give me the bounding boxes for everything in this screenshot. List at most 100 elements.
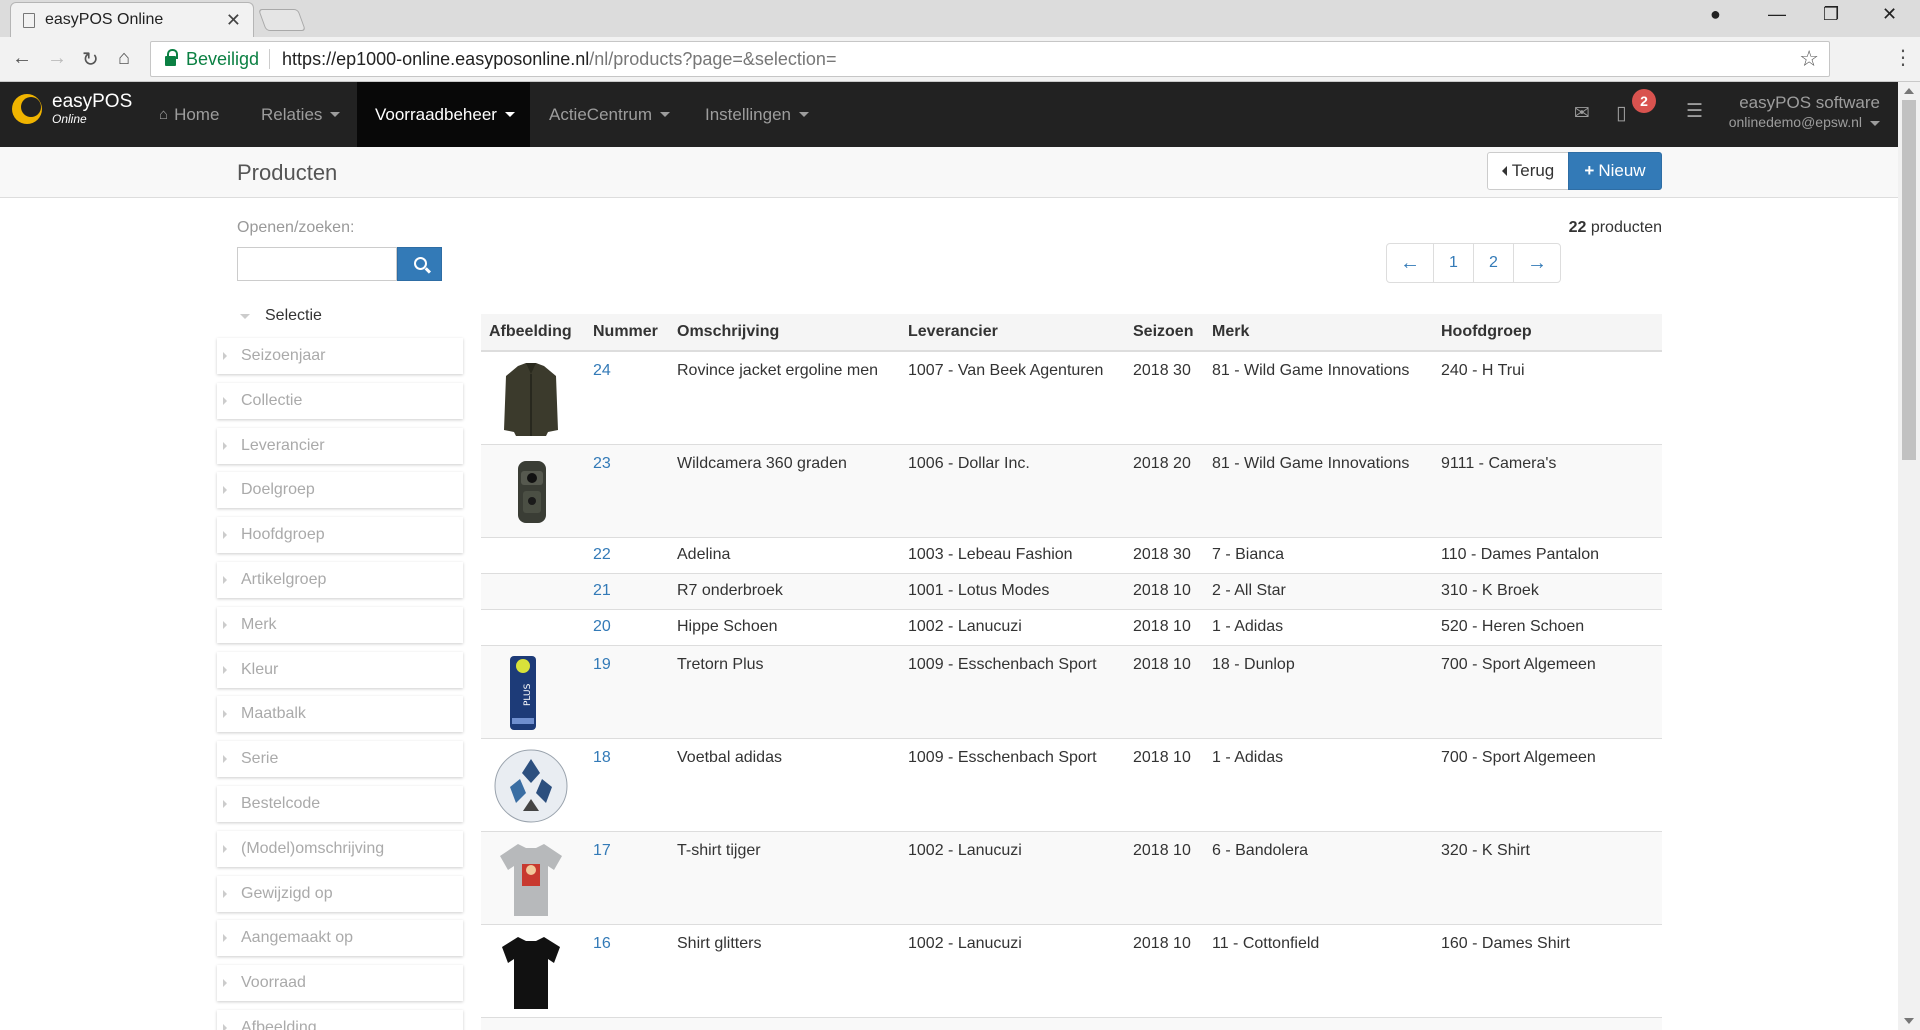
filter-item[interactable]: Bestelcode: [217, 785, 463, 822]
product-image[interactable]: PLUS: [489, 654, 573, 732]
column-header[interactable]: Afbeelding: [481, 314, 585, 352]
table-row[interactable]: 18 Voetbal adidas 1009 - Esschenbach Sport…: [481, 737, 1662, 831]
table-row[interactable]: 16 Shirt glitters 1002 - Lanucuzi 2018 10 11…: [481, 923, 1662, 1017]
home-icon[interactable]: ⌂: [118, 47, 130, 70]
pagination-prev[interactable]: ←: [1386, 243, 1434, 283]
column-header[interactable]: Merk: [1204, 314, 1433, 352]
pagination-next[interactable]: →: [1513, 243, 1561, 283]
scroll-up-icon[interactable]: [1904, 88, 1914, 94]
document-icon[interactable]: ▯: [1616, 102, 1626, 125]
filter-item[interactable]: Leverancier: [217, 427, 463, 464]
cell-merk: 1 - Adidas: [1204, 608, 1433, 645]
cell-nummer[interactable]: 19: [585, 644, 669, 738]
filter-item-label: Bestelcode: [241, 794, 321, 812]
forward-arrow-icon[interactable]: →: [47, 47, 67, 70]
restore-icon[interactable]: ❐: [1823, 4, 1839, 25]
cell-merk: 2 - All Star: [1204, 572, 1433, 609]
filter-item[interactable]: Voorraad: [217, 965, 463, 1002]
cell-merk: 1 - Adidas: [1204, 737, 1433, 831]
cell-nummer[interactable]: 18: [585, 737, 669, 831]
table-row[interactable]: 20 Hippe Schoen 1002 - Lanucuzi 2018 10 1 - …: [481, 608, 1662, 645]
notification-badge[interactable]: 2: [1632, 89, 1656, 113]
cell-nummer[interactable]: 22: [585, 536, 669, 573]
cell-nummer[interactable]: 17: [585, 830, 669, 924]
table-cell: [1433, 1016, 1662, 1030]
back-arrow-icon[interactable]: ←: [12, 47, 32, 70]
filter-item[interactable]: Kleur: [217, 651, 463, 688]
cell-nummer[interactable]: 21: [585, 572, 669, 609]
scrollbar-thumb[interactable]: [1902, 100, 1916, 460]
caret-down-icon: [504, 112, 515, 117]
address-bar[interactable]: Beveiligd https://ep1000-online.easyposo…: [150, 41, 1830, 77]
filter-item[interactable]: Seizoenjaar: [217, 338, 463, 374]
filter-item[interactable]: Afbeelding: [217, 1009, 463, 1030]
table-row[interactable]: 21 R7 onderbroek 1001 - Lotus Modes 2018 10…: [481, 572, 1662, 609]
filter-item-label: (Model)omschrijving: [241, 839, 385, 857]
product-image-cell: [481, 923, 585, 1017]
nav-instellingen[interactable]: Instellingen: [687, 82, 827, 147]
close-window-icon[interactable]: ✕: [1882, 4, 1897, 25]
filter-item[interactable]: Hoofdgroep: [217, 517, 463, 554]
table-row[interactable]: 23 Wildcamera 360 graden 1006 - Dollar Inc…: [481, 443, 1662, 537]
column-header[interactable]: Nummer: [585, 314, 669, 352]
cell-hoofdgroep: 110 - Dames Pantalon: [1433, 536, 1662, 573]
filter-item[interactable]: Merk: [217, 606, 463, 643]
filter-item[interactable]: Serie: [217, 741, 463, 778]
product-image[interactable]: [489, 840, 573, 918]
nav-voorraadbeheer-label: Voorraadbeheer: [375, 104, 497, 124]
product-image[interactable]: [489, 360, 573, 438]
pagination-page-2[interactable]: 2: [1473, 243, 1514, 283]
filter-item[interactable]: (Model)omschrijving: [217, 830, 463, 867]
column-header[interactable]: Seizoen: [1125, 314, 1204, 352]
cell-hoofdgroep: 700 - Sport Algemeen: [1433, 644, 1662, 738]
brand[interactable]: easyPOS Online: [12, 92, 132, 126]
bookmark-star-icon[interactable]: ☆: [1799, 46, 1819, 72]
browser-menu-icon[interactable]: ⋮: [1893, 45, 1913, 70]
minimize-icon[interactable]: —: [1768, 4, 1786, 25]
nav-actiecentrum[interactable]: ActieCentrum: [531, 82, 688, 147]
cell-leverancier: 1009 - Esschenbach Sport: [900, 644, 1125, 738]
page-scrollbar[interactable]: [1898, 82, 1920, 1030]
product-image[interactable]: [489, 747, 573, 825]
selection-toggle[interactable]: Selectie: [240, 307, 322, 325]
user-menu[interactable]: easyPOS software onlinedemo@epsw.nl: [1729, 93, 1880, 131]
column-header[interactable]: Hoofdgroep: [1433, 314, 1662, 352]
cell-nummer[interactable]: 20: [585, 608, 669, 645]
product-image[interactable]: [489, 933, 573, 1011]
reload-icon[interactable]: ↻: [82, 47, 99, 72]
table-row[interactable]: 17 T-shirt tijger 1002 - Lanucuzi 2018 10 6 …: [481, 830, 1662, 924]
new-tab-button[interactable]: [257, 9, 307, 31]
filter-item[interactable]: Collectie: [217, 382, 463, 419]
filter-item[interactable]: Maatbalk: [217, 696, 463, 733]
cell-nummer[interactable]: 16: [585, 923, 669, 1017]
filter-item[interactable]: Aangemaakt op: [217, 920, 463, 957]
search-button[interactable]: [397, 247, 442, 281]
search-input[interactable]: [237, 247, 397, 281]
pagination-page-1[interactable]: 1: [1433, 243, 1474, 283]
nav-relaties[interactable]: Relaties: [243, 82, 358, 147]
table-row[interactable]: PLUS 19 Tretorn Plus 1009 - Esschenbach Spo…: [481, 644, 1662, 738]
nav-home[interactable]: ⌂ Home: [141, 82, 237, 147]
filter-item[interactable]: Artikelgroep: [217, 561, 463, 598]
filter-item[interactable]: Gewijzigd op: [217, 875, 463, 912]
nav-voorraadbeheer[interactable]: Voorraadbeheer: [357, 82, 530, 147]
filter-item[interactable]: Doelgroep: [217, 472, 463, 509]
product-image[interactable]: [489, 453, 573, 531]
back-button[interactable]: Terug: [1487, 152, 1569, 190]
list-icon[interactable]: ☰: [1686, 100, 1703, 123]
profile-icon[interactable]: ●: [1710, 4, 1721, 25]
new-button[interactable]: + Nieuw: [1568, 152, 1662, 190]
cell-nummer[interactable]: 23: [585, 443, 669, 537]
scroll-down-icon[interactable]: [1904, 1018, 1914, 1024]
envelope-icon[interactable]: ✉: [1574, 102, 1590, 125]
table-row[interactable]: 24 Rovince jacket ergoline men 1007 - Van …: [481, 350, 1662, 444]
column-header[interactable]: Omschrijving: [669, 314, 900, 352]
browser-tab[interactable]: easyPOS Online ✕: [10, 2, 254, 37]
cell-omschrijving: Voetbal adidas: [669, 737, 900, 831]
cell-nummer[interactable]: 24: [585, 350, 669, 444]
product-image-cell: PLUS: [481, 644, 585, 738]
table-row[interactable]: [481, 1016, 1662, 1030]
column-header[interactable]: Leverancier: [900, 314, 1125, 352]
table-row[interactable]: 22 Adelina 1003 - Lebeau Fashion 2018 30 7 -…: [481, 536, 1662, 573]
close-tab-icon[interactable]: ✕: [226, 10, 241, 31]
